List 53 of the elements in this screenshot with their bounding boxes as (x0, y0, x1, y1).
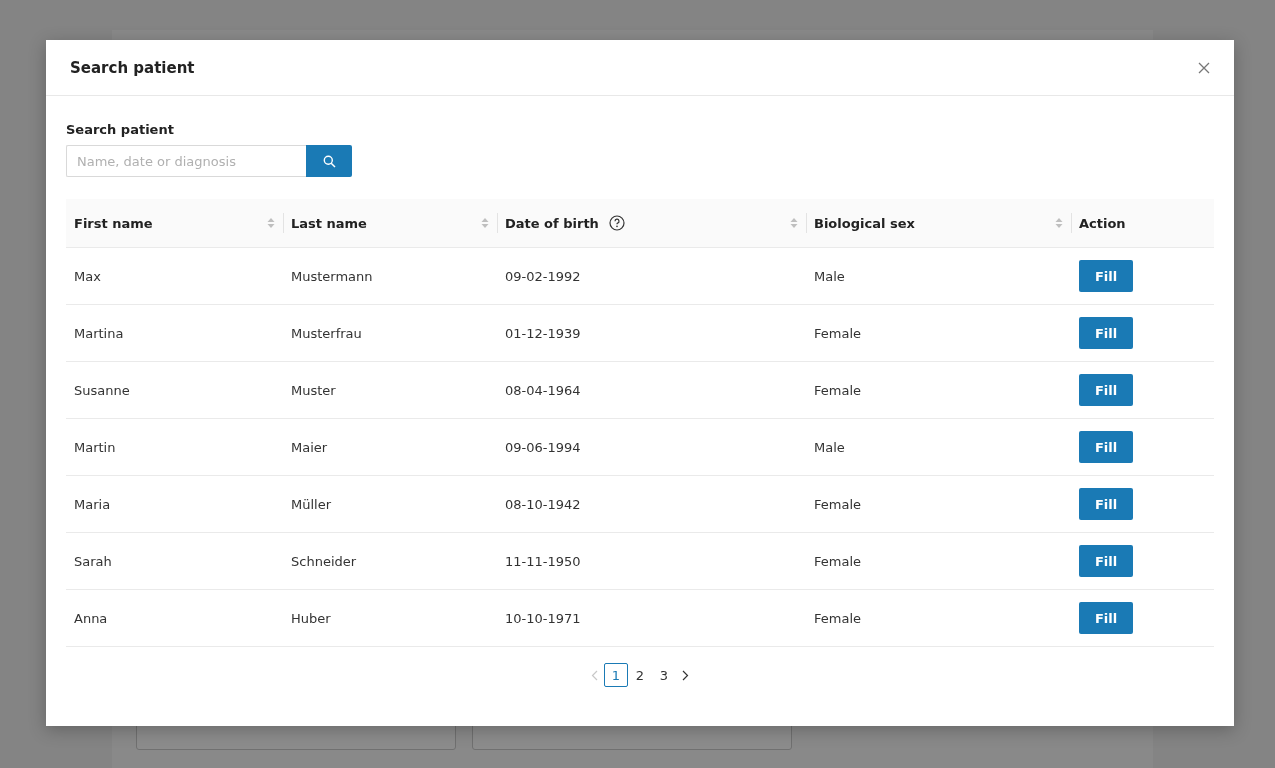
dialog-title: Search patient (70, 58, 195, 77)
column-header: Action (1079, 215, 1126, 231)
page-button[interactable]: 2 (628, 663, 652, 687)
table-cell: Musterfrau (291, 325, 362, 341)
fill-button[interactable]: Fill (1079, 317, 1133, 349)
search-field[interactable]: Name, date or diagnosis (66, 145, 306, 177)
column-header[interactable]: Date of birth (505, 215, 599, 231)
table-cell: Max (74, 268, 101, 284)
fill-button[interactable]: Fill (1079, 260, 1133, 292)
help-icon[interactable] (608, 215, 625, 231)
table-cell: Sarah (74, 553, 112, 569)
table-cell: 11-11-1950 (505, 553, 581, 569)
table-cell: 10-10-1971 (505, 610, 581, 626)
table-cell: Maria (74, 496, 111, 512)
search-label: Search patient (66, 122, 175, 137)
table-cell: Martina (74, 325, 124, 341)
fill-button[interactable]: Fill (1079, 545, 1133, 577)
fill-button[interactable]: Fill (1079, 374, 1133, 406)
table-cell: Muster (291, 382, 336, 398)
page-button[interactable]: 1 (604, 663, 628, 687)
table-cell: Anna (74, 610, 108, 626)
fill-button[interactable]: Fill (1079, 431, 1133, 463)
sort-icon[interactable] (267, 217, 275, 229)
table-cell: Female (814, 382, 861, 398)
search-icon (322, 154, 336, 168)
table-cell: Male (814, 439, 845, 455)
table-cell: 01-12-1939 (505, 325, 581, 341)
table-cell: 09-02-1992 (505, 268, 581, 284)
column-header[interactable]: First name (74, 215, 153, 231)
sort-icon[interactable] (1055, 217, 1063, 229)
table-cell: Female (814, 325, 861, 341)
table-cell: Mustermann (291, 268, 373, 284)
fill-button[interactable]: Fill (1079, 488, 1133, 520)
sort-icon[interactable] (481, 217, 489, 229)
table-cell: Female (814, 553, 861, 569)
table-cell: Schneider (291, 553, 357, 569)
fill-button[interactable]: Fill (1079, 602, 1133, 634)
sort-icon[interactable] (790, 217, 798, 229)
table-cell: Female (814, 496, 861, 512)
table-cell: Susanne (74, 382, 130, 398)
column-header[interactable]: Biological sex (814, 215, 915, 231)
table-cell: 08-04-1964 (505, 382, 581, 398)
column-header[interactable]: Last name (291, 215, 367, 231)
table-cell: Maier (291, 439, 328, 455)
table-cell: 09-06-1994 (505, 439, 581, 455)
table-cell: Female (814, 610, 861, 626)
table-cell: Müller (291, 496, 332, 512)
table-cell: 08-10-1942 (505, 496, 581, 512)
table-cell: Huber (291, 610, 331, 626)
table-cell: Male (814, 268, 845, 284)
search-button[interactable] (306, 145, 352, 177)
page-button[interactable]: 3 (652, 663, 676, 687)
table-cell: Martin (74, 439, 116, 455)
